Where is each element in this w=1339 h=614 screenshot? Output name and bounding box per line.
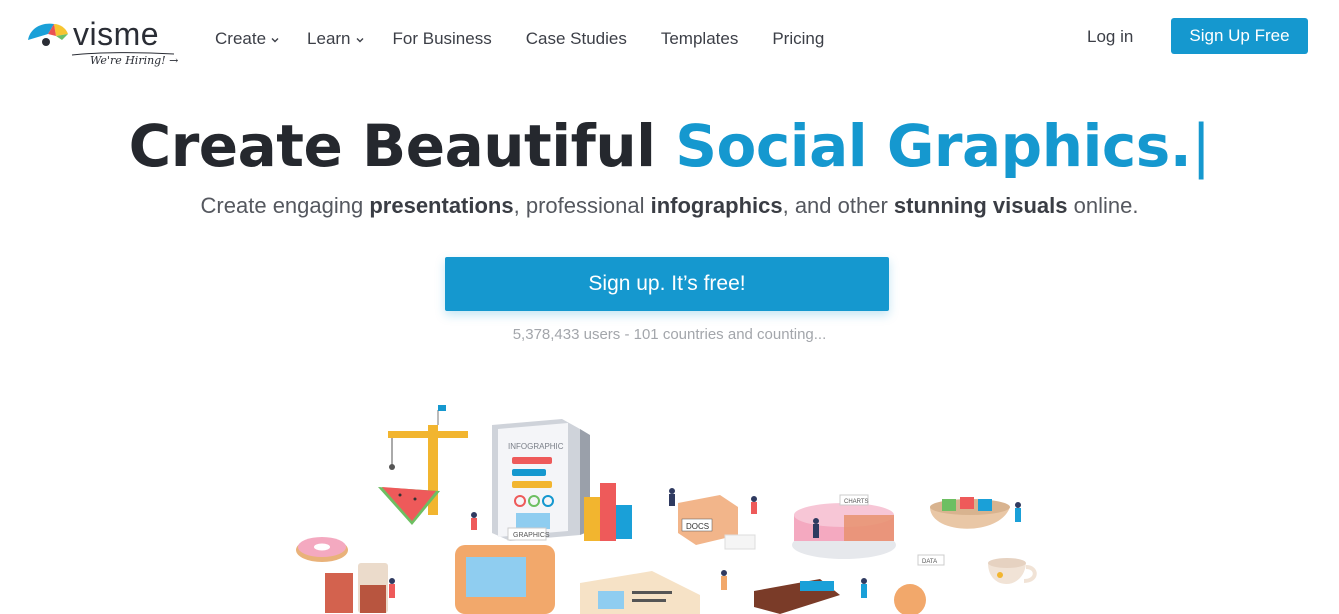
docs-box-icon: DOCS	[678, 495, 756, 550]
hiring-link[interactable]: We're Hiring! →	[90, 54, 178, 68]
nav-item-label: Learn	[307, 29, 351, 48]
subtitle-text: Create engaging	[200, 193, 370, 218]
visme-logo-mark-icon	[28, 23, 68, 46]
signup-cta-button[interactable]: Sign up. It’s free!	[445, 257, 889, 311]
brand-name: visme	[73, 16, 160, 52]
nav-item-case-studies[interactable]: Case Studies	[526, 28, 627, 50]
jar-icon	[325, 563, 388, 613]
cup-icon	[988, 558, 1037, 584]
charts-label: CHARTS	[844, 499, 869, 505]
subtitle-bold: stunning visuals	[893, 193, 1068, 218]
hero-illustration: INFOGRAPHIC GRAPHICS DOCS CHARTS DATA	[280, 395, 1060, 614]
nav-item-templates[interactable]: Templates	[661, 28, 738, 50]
infographic-board-icon: INFOGRAPHIC	[492, 419, 590, 541]
data-tag-icon: DATA	[894, 554, 945, 614]
infographic-label: INFOGRAPHIC	[508, 442, 564, 451]
data-label: DATA	[922, 559, 937, 565]
hero-title-part2: Social Graphics.	[675, 112, 1192, 180]
subtitle-bold: infographics	[650, 193, 783, 218]
nav-item-for-business[interactable]: For Business	[393, 28, 492, 50]
subtitle-text: , and other	[782, 193, 894, 218]
chocolate-icon	[754, 579, 840, 614]
graphics-label: GRAPHICS	[513, 532, 550, 539]
chevron-down-icon	[271, 38, 279, 43]
hero-title: Create Beautiful Social Graphics.|	[0, 108, 1339, 184]
slides-icon	[580, 571, 700, 614]
chevron-down-icon	[356, 38, 364, 43]
hero-subtitle: Create engaging presentations, professio…	[0, 190, 1339, 222]
docs-label: DOCS	[686, 522, 709, 531]
top-nav: visme We're Hiring! → Create Learn For B…	[0, 0, 1339, 80]
hero-title-part1: Create Beautiful	[128, 112, 656, 180]
subtitle-text: online.	[1067, 193, 1139, 218]
nav-item-learn[interactable]: Learn	[307, 28, 364, 50]
bowl-icon	[930, 497, 1010, 529]
login-link[interactable]: Log in	[1087, 26, 1133, 48]
donut-icon	[296, 537, 348, 562]
bar-blocks-icon	[584, 483, 632, 541]
subtitle-bold: presentations	[369, 193, 514, 218]
typing-cursor: |	[1191, 112, 1211, 180]
nav-item-create[interactable]: Create	[215, 28, 280, 50]
user-stats: 5,378,433 users - 101 countries and coun…	[512, 326, 827, 343]
nav-item-label: Create	[215, 29, 267, 48]
hero-illustration-art: INFOGRAPHIC GRAPHICS DOCS CHARTS DATA	[296, 405, 1037, 614]
visme-logo[interactable]: visme We're Hiring! →	[26, 14, 186, 70]
cake-chart-icon: CHARTS	[792, 494, 896, 559]
signup-free-button[interactable]: Sign Up Free	[1171, 18, 1308, 54]
nav-item-pricing[interactable]: Pricing	[772, 28, 824, 50]
main-menu: Create Learn For Business Case Studies T…	[215, 28, 824, 50]
graphics-box-icon: GRAPHICS	[455, 527, 555, 614]
subtitle-text: , professional	[513, 193, 651, 218]
